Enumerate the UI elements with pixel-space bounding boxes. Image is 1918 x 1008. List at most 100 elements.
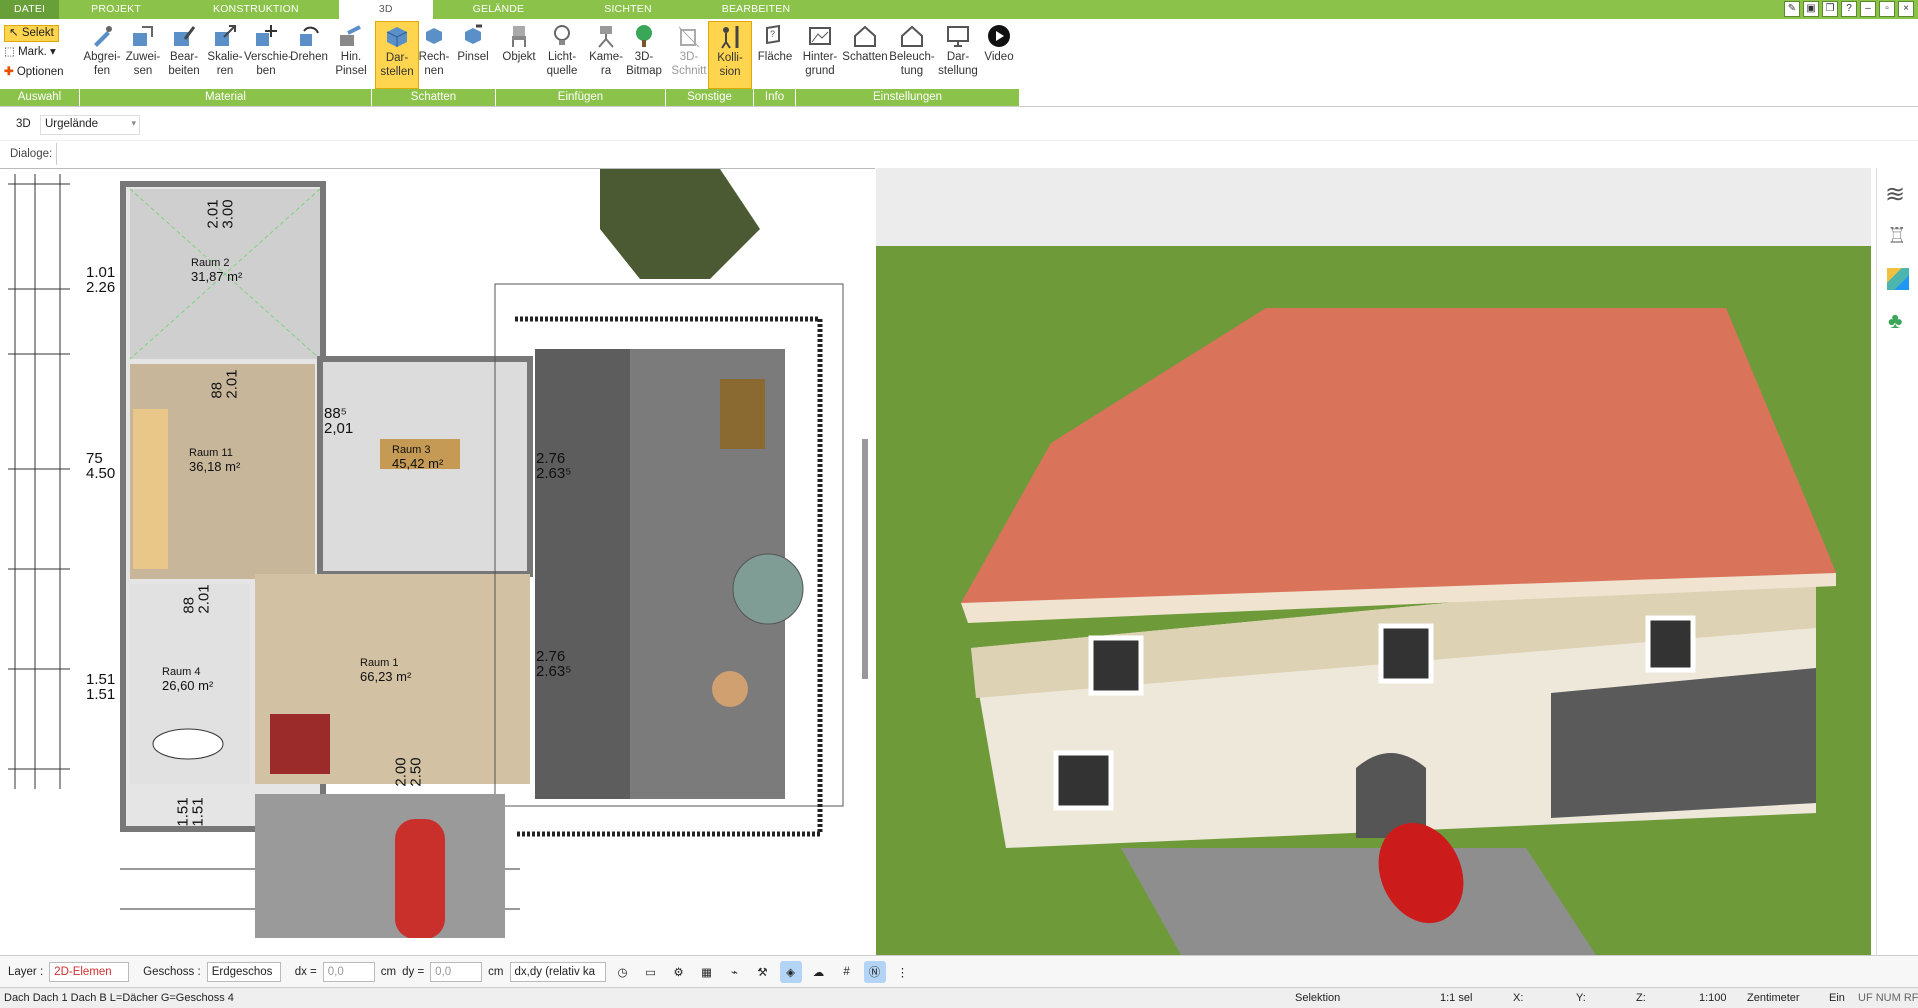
mark-label: Mark.: [18, 46, 47, 58]
tab-konstruktion[interactable]: KONSTRUKTION: [173, 0, 339, 19]
floor-plan-view[interactable]: Raum 2 31,87 m² Raum 11 36,18 m² Raum 3 45,…: [0, 168, 875, 938]
terrace-shade: [535, 349, 630, 799]
schatten-button[interactable]: Schatten: [841, 21, 889, 89]
drehen-button[interactable]: Drehen: [287, 21, 331, 89]
restore-icon[interactable]: ❐: [1822, 1, 1838, 17]
geschoss-select[interactable]: Erdgeschos: [206, 961, 281, 982]
paint-icon[interactable]: ▦: [696, 961, 718, 983]
scale-value: 1:100: [1699, 992, 1727, 1004]
group-einstellungen: Einstellungen: [796, 89, 1020, 106]
mark-button[interactable]: ⬚ Mark. ▾: [4, 45, 56, 60]
terrain-select[interactable]: Urgelände ▾: [40, 115, 140, 135]
zuweisen-label: Zuwei- sen: [125, 51, 161, 77]
compute-cube-icon: [426, 28, 442, 44]
zuweisen-button[interactable]: Zuwei- sen: [121, 21, 165, 89]
layer-select[interactable]: 2D-Elemen: [49, 961, 130, 982]
rechnen-label: Rech- nen: [418, 51, 450, 77]
room-label: Raum 4 26,60 m²: [162, 666, 214, 693]
ein-value: Ein: [1829, 992, 1845, 1004]
dialog-label: Dialoge:: [10, 148, 53, 160]
verschieben-button[interactable]: Verschie- ben: [244, 21, 292, 89]
3d-house-render: [876, 168, 1871, 955]
tools-icon[interactable]: ⚒: [752, 961, 774, 983]
optionen-button[interactable]: ✚ Optionen: [4, 65, 64, 80]
round-table: [712, 671, 748, 707]
snap-icon[interactable]: ⌁: [724, 961, 746, 983]
rechnen-button[interactable]: Rech- nen: [412, 21, 456, 89]
textures-icon[interactable]: [1887, 268, 1909, 290]
monitor-icon: [947, 26, 969, 47]
close-icon[interactable]: ×: [1898, 1, 1914, 17]
flaeche-button[interactable]: ? Fläche: [753, 21, 797, 89]
layer-toggle-icon[interactable]: ◈: [779, 960, 802, 983]
help-icon[interactable]: ?: [1841, 1, 1857, 17]
darstellung-button[interactable]: Dar- stellung: [936, 21, 980, 89]
skalieren-button[interactable]: Skalie- ren: [203, 21, 247, 89]
schnitt3d-button[interactable]: 3D- Schnitt: [667, 21, 711, 89]
area-info-icon: ?: [766, 24, 780, 45]
dy-input[interactable]: 0,0: [430, 961, 483, 982]
lichtquelle-label: Licht- quelle: [546, 51, 578, 77]
beleuchtung-button[interactable]: Beleuch- tung: [889, 21, 935, 89]
bulb-icon: [554, 25, 570, 45]
bitmap3d-button[interactable]: 3D- Bitmap: [622, 21, 666, 89]
parasol: [732, 553, 804, 625]
pinsel-button[interactable]: Pinsel: [451, 21, 495, 89]
sofa: [270, 714, 330, 774]
wood-table: [720, 379, 765, 449]
bearbeiten-button[interactable]: Bear- beiten: [162, 21, 206, 89]
tab-datei[interactable]: DATEI: [0, 0, 60, 19]
hintergrund-button[interactable]: Hinter- grund: [798, 21, 842, 89]
layers-icon[interactable]: ≋: [1885, 180, 1905, 209]
video-button[interactable]: Video: [977, 21, 1021, 89]
chevron-down-icon: ▾: [131, 118, 136, 128]
furniture-icon[interactable]: ♖: [1887, 223, 1907, 249]
right-toolbar: ≋ ♖ ♣: [1876, 168, 1918, 955]
hin-pinsel-button[interactable]: Hin. Pinsel: [329, 21, 373, 89]
menu-tab-bar: DATEI PROJEKT KONSTRUKTION 3D GELÄNDE SI…: [0, 0, 1918, 19]
grid-icon[interactable]: #: [836, 961, 858, 983]
window-controls: ✎ ▣ ❐ ? – ▫ ×: [1784, 1, 1914, 17]
tab-projekt[interactable]: PROJEKT: [59, 0, 173, 19]
section-icon: [678, 26, 700, 48]
window-icon[interactable]: ▣: [1803, 1, 1819, 17]
clock-icon[interactable]: ◷: [612, 961, 634, 983]
tab-gelaende[interactable]: GELÄNDE: [433, 0, 565, 19]
minimize-icon[interactable]: –: [1860, 1, 1876, 17]
window: [1053, 750, 1114, 811]
tab-sichten[interactable]: SICHTEN: [564, 0, 692, 19]
dialog-divider: [56, 143, 57, 165]
coordinate-mode-select[interactable]: dx,dy (relativ ka: [509, 961, 606, 982]
plants-icon[interactable]: ♣: [1888, 308, 1902, 334]
screen-icon[interactable]: ▭: [640, 961, 662, 983]
view-toolbar: 3D Urgelände ▾: [0, 111, 1918, 139]
room-label: Raum 11 36,18 m²: [189, 447, 241, 474]
group-einfuegen: Einfügen: [496, 89, 666, 106]
maximize-icon[interactable]: ▫: [1879, 1, 1895, 17]
north-icon[interactable]: Ⓝ: [863, 960, 886, 983]
dx-label: dx =: [294, 965, 317, 978]
dx-input[interactable]: 0,0: [322, 961, 375, 982]
group-schatten: Schatten: [372, 89, 496, 106]
selekt-button[interactable]: ↖ Selekt: [4, 25, 59, 42]
tool-icon[interactable]: ✎: [1784, 1, 1800, 17]
move-icon: [256, 25, 277, 46]
kollision-button[interactable]: Kolli- sion: [708, 21, 752, 89]
tab-3d[interactable]: 3D: [338, 0, 433, 19]
layer-label: Layer :: [8, 965, 44, 978]
hintergrund-label: Hinter- grund: [802, 51, 838, 77]
cloud-icon[interactable]: ☁: [808, 961, 830, 983]
room-label: Raum 2 31,87 m²: [191, 257, 243, 284]
covered-terrace: [1551, 668, 1816, 818]
objects-icon[interactable]: ⚙: [668, 961, 690, 983]
abgreifen-button[interactable]: Abgrei- fen: [80, 21, 124, 89]
dimension-text: 75 4.50: [86, 450, 116, 482]
3d-view[interactable]: [876, 168, 1871, 955]
plan-vscroll-thumb[interactable]: [862, 439, 868, 679]
more-icon[interactable]: ⋮: [892, 961, 914, 983]
tab-bearbeiten[interactable]: BEARBEITEN: [692, 0, 821, 19]
lichtquelle-button[interactable]: Licht- quelle: [540, 21, 584, 89]
objekt-button[interactable]: Objekt: [497, 21, 541, 89]
optionen-label: Optionen: [16, 66, 64, 78]
room-label: Raum 1 66,23 m²: [360, 657, 412, 684]
